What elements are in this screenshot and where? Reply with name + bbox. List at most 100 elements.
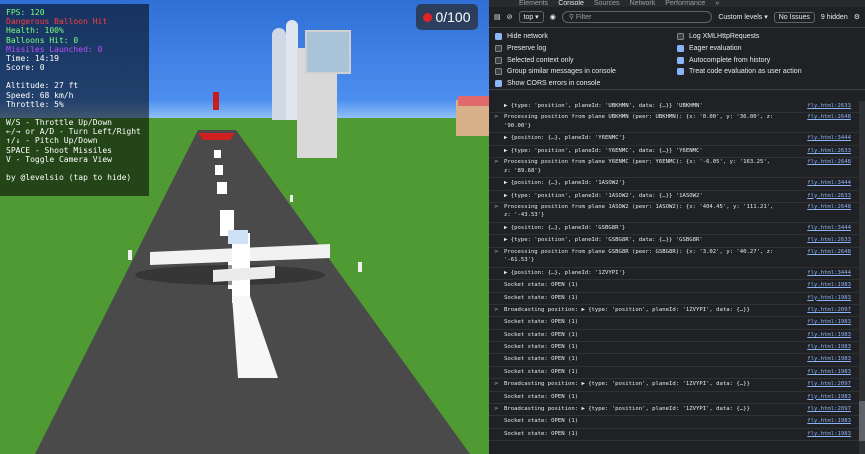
filter-input[interactable]: ⚲ Filter [561,11,713,23]
source-link[interactable]: fly.html:3444 [807,223,851,234]
source-link[interactable]: fly.html:2633 [807,235,851,246]
source-link[interactable]: fly.html:1983 [807,342,851,353]
console-message[interactable]: ⋗ Processing position from plane UBKHMN (… [489,113,865,134]
setting-checkbox[interactable] [677,68,684,76]
source-link[interactable]: fly.html:2633 [807,146,851,157]
message-expand-icon[interactable]: ⋗ [494,379,499,390]
console-message[interactable]: ▶ {type: 'position', planeId: 'Y6ENMC', … [489,146,865,159]
message-expand-icon[interactable]: ⋗ [494,113,499,122]
source-link[interactable]: fly.html:2648 [807,248,851,257]
source-link[interactable]: fly.html:2097 [807,404,851,415]
setting-option[interactable]: Autocomplete from history [677,54,859,66]
console-message[interactable]: ▶ {position: {…}, planeId: 'Y6ENMC'} fly.… [489,133,865,146]
source-link[interactable]: fly.html:3444 [807,133,851,144]
console-message[interactable]: Socket state: OPEN (1) fly.html:1983 [489,342,865,355]
console-message[interactable]: ▶ {type: 'position', planeId: 'GSBG8R', … [489,235,865,248]
setting-checkbox[interactable] [677,33,684,41]
message-expand-icon[interactable]: ⋗ [494,203,499,212]
source-link[interactable]: fly.html:1983 [807,354,851,365]
hud-missiles: Missiles Launched: 0 [6,44,103,54]
hud-control: ↑/↓ - Pitch Up/Down [6,136,98,146]
message-expand-icon[interactable]: ⋗ [494,158,499,167]
scrollbar-thumb[interactable] [859,401,865,441]
message-expand-icon[interactable]: ⋗ [494,305,499,316]
source-link[interactable]: fly.html:1983 [807,293,851,304]
hud-credit[interactable]: by @levelsio (tap to hide) [6,173,143,182]
console-message-text: Processing position from plane UBKHMN (p… [504,114,774,129]
source-link[interactable]: fly.html:2648 [807,203,851,212]
source-link[interactable]: fly.html:2648 [807,113,851,122]
console-message[interactable]: ⋗ Broadcasting position: ▶ {type: 'positi… [489,379,865,392]
setting-option[interactable]: Show CORS errors in console [495,78,677,90]
console-message[interactable]: Socket state: OPEN (1) fly.html:1983 [489,280,865,293]
console-message[interactable]: ⋗ Broadcasting position: ▶ {type: 'positi… [489,305,865,318]
console-message[interactable]: ⋗ Processing position from plane GSBG8R (… [489,248,865,268]
setting-option[interactable]: Preserve log [495,43,677,55]
setting-checkbox[interactable] [495,68,502,76]
settings-gear-icon[interactable]: ⚙ [854,13,860,21]
source-link[interactable]: fly.html:2097 [807,305,851,316]
tab-sources[interactable]: Sources [594,0,620,7]
message-expand-icon[interactable]: ⋗ [494,404,499,415]
source-link[interactable]: fly.html:2633 [807,101,851,112]
hud-health: Health: 100% [6,26,64,36]
console-message[interactable]: Socket state: OPEN (1) fly.html:1983 [489,354,865,367]
source-link[interactable]: fly.html:1983 [807,330,851,341]
console-message[interactable]: Socket state: OPEN (1) fly.html:1983 [489,293,865,305]
source-link[interactable]: fly.html:2097 [807,379,851,390]
setting-checkbox[interactable] [495,80,502,88]
console-message[interactable]: Socket state: OPEN (1) fly.html:1983 [489,330,865,343]
console-message-text: Socket state: OPEN (1) [504,331,579,338]
sidebar-toggle-icon[interactable]: ▤ [494,13,501,21]
source-link[interactable]: fly.html:2648 [807,158,851,167]
source-link[interactable]: fly.html:3444 [807,178,851,189]
setting-option[interactable]: Log XMLHttpRequests [677,31,859,43]
source-link[interactable]: fly.html:1983 [807,416,851,427]
tab-console[interactable]: Console [558,0,584,7]
setting-checkbox[interactable] [495,45,502,53]
setting-checkbox[interactable] [677,45,684,53]
console-message[interactable]: ▶ {position: {…}, planeId: '1ASOW2'} fly.… [489,178,865,191]
setting-checkbox[interactable] [677,56,684,64]
live-expression-icon[interactable]: ◉ [550,13,556,21]
tab-network[interactable]: Network [630,0,656,7]
console-message[interactable]: ⋗ Processing position from plane 1ASOW2 (… [489,203,865,223]
context-select[interactable]: top ▾ [518,11,544,23]
setting-checkbox[interactable] [495,56,502,64]
console-message[interactable]: Socket state: OPEN (1) fly.html:1983 [489,367,865,380]
hud-control: SPACE - Shoot Missiles [6,145,112,155]
issues-button[interactable]: No Issues [773,11,815,23]
tab-performance[interactable]: Performance [665,0,705,7]
console-message[interactable]: ⋗ Processing position from plane Y6ENMC (… [489,158,865,179]
clear-console-icon[interactable]: ⊘ [507,13,513,21]
source-link[interactable]: fly.html:1983 [807,317,851,328]
console-message[interactable]: Socket state: OPEN (1) fly.html:1983 [489,317,865,330]
message-expand-icon[interactable]: ⋗ [494,248,499,257]
tab-elements[interactable]: Elements [519,0,548,7]
source-link[interactable]: fly.html:3444 [807,268,851,279]
console-message[interactable]: ▶ {position: {…}, planeId: '1ZVYPI'} fly.… [489,268,865,281]
source-link[interactable]: fly.html:1983 [807,280,851,291]
console-message[interactable]: Socket state: OPEN (1) fly.html:1983 [489,392,865,405]
console-message[interactable]: Socket state: OPEN (1) fly.html:1983 [489,416,865,429]
console-message[interactable]: ▶ {position: {…}, planeId: 'GSBG8R'} fly.… [489,223,865,236]
setting-option[interactable]: Hide network [495,31,677,43]
source-link[interactable]: fly.html:2633 [807,191,851,202]
source-link[interactable]: fly.html:1983 [807,429,851,440]
setting-option[interactable]: Group similar messages in console [495,66,677,78]
console-message[interactable]: ▶ {type: 'position', planeId: '1ASOW2', … [489,191,865,203]
log-levels-select[interactable]: Custom levels ▾ [718,13,767,21]
game-viewport[interactable]: FPS: 120 Dangerous Balloon Hit Health: 1… [0,0,489,454]
setting-checkbox[interactable] [495,33,502,41]
setting-option[interactable]: Eager evaluation [677,43,859,55]
setting-option[interactable]: Treat code evaluation as user action [677,66,859,78]
hud-panel[interactable]: FPS: 120 Dangerous Balloon Hit Health: 1… [0,4,149,196]
console-message[interactable]: ▶ {type: 'position', planeId: 'UBKHMN', … [489,101,865,114]
more-tabs-icon[interactable]: » [715,0,719,7]
console-scrollbar[interactable] [859,101,865,454]
console-message[interactable]: Socket state: OPEN (1) fly.html:1983 [489,429,865,442]
console-message[interactable]: ⋗ Broadcasting position: ▶ {type: 'positi… [489,404,865,417]
source-link[interactable]: fly.html:1983 [807,392,851,403]
source-link[interactable]: fly.html:1983 [807,367,851,378]
setting-option[interactable]: Selected context only [495,54,677,66]
